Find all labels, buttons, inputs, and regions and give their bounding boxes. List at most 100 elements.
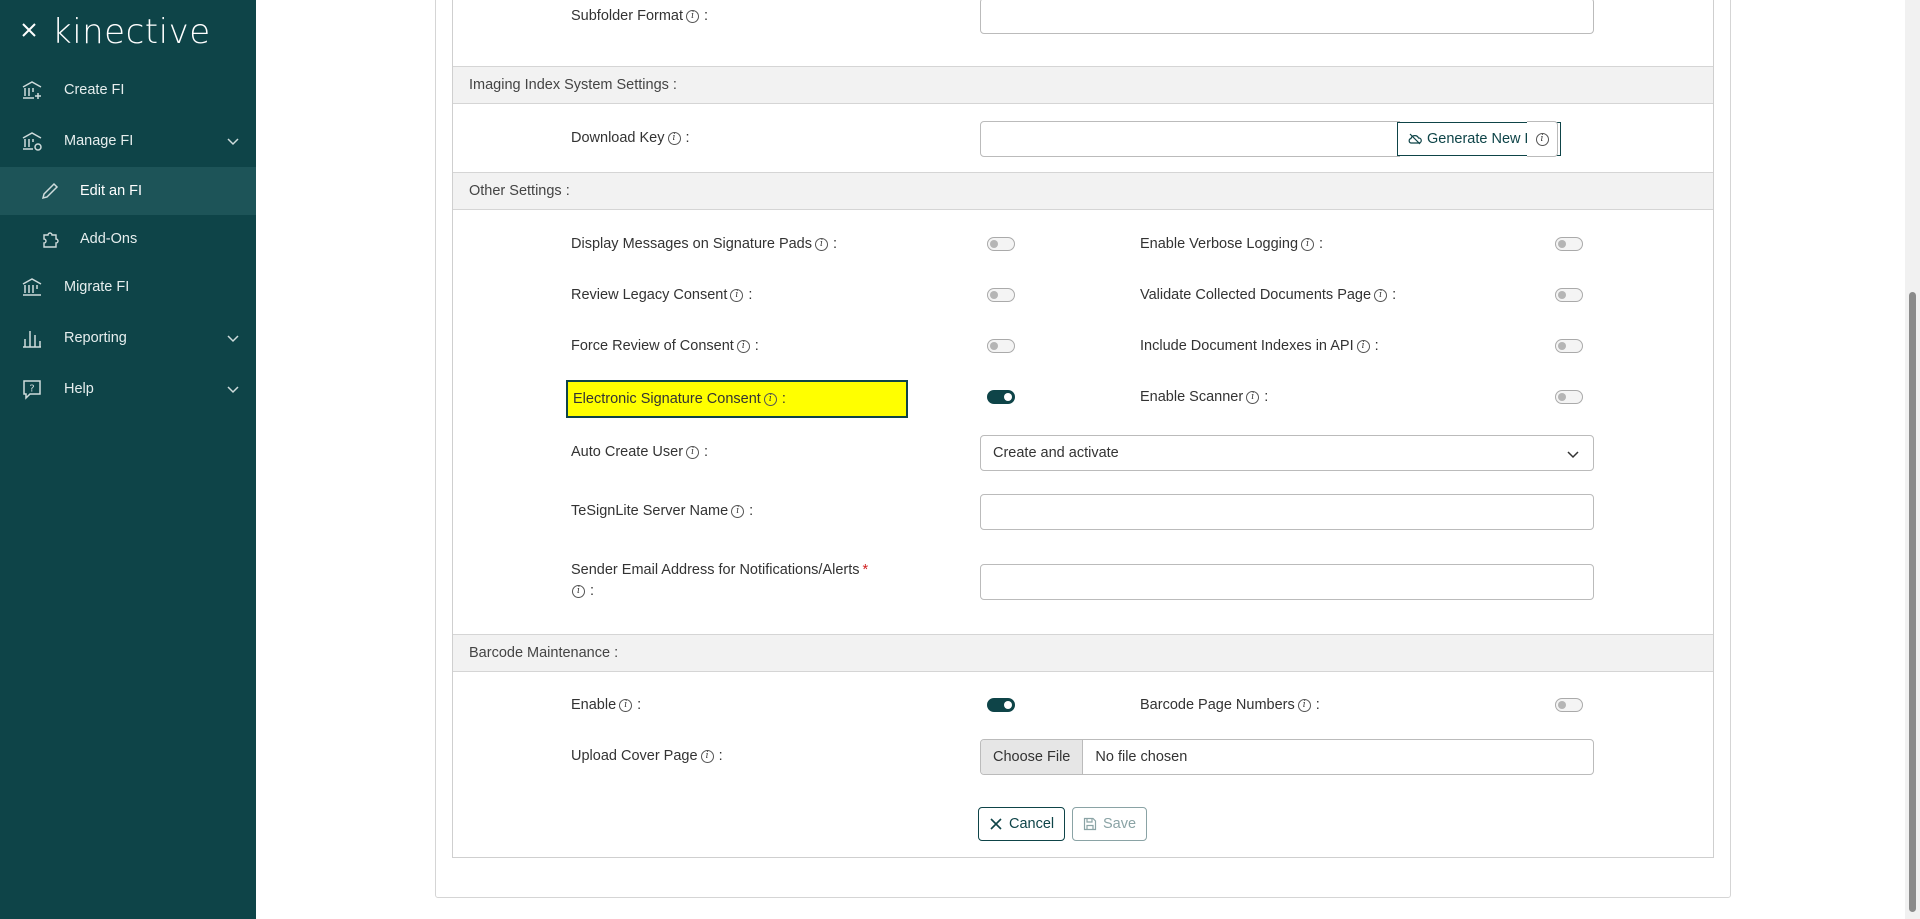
colon: : [833,236,838,252]
download-key-info-button[interactable]: i [1527,121,1558,157]
label-text: Validate Collected Documents Page [1140,287,1372,303]
colon: : [748,287,753,303]
subfolder-format-input[interactable] [980,0,1594,34]
enable-scanner-toggle[interactable] [1555,390,1583,404]
barcode-page-numbers-toggle[interactable] [1555,698,1583,712]
display-messages-label: Display Messages on Signature Pads i: [571,236,837,252]
info-icon[interactable]: i [763,392,777,406]
info-icon[interactable]: i [572,584,585,598]
colon: : [1392,287,1397,303]
colon: : [637,697,642,713]
include-document-indexes-toggle[interactable] [1555,339,1583,353]
sidebar-header: kinective [0,0,256,64]
info-icon[interactable]: i [667,131,681,145]
colon: : [704,8,709,24]
colon: : [1315,697,1320,713]
colon: : [1319,236,1324,252]
scrollbar-thumb[interactable] [1909,292,1916,912]
validate-collected-documents-label: Validate Collected Documents Page i: [1140,287,1396,303]
enable-scanner-label: Enable Scanner i: [1140,389,1268,405]
colon: : [749,503,754,519]
enable-verbose-logging-label: Enable Verbose Logging i: [1140,236,1323,252]
sidebar-item-migrate-fi[interactable]: Migrate FI [0,263,256,311]
sidebar-item-help[interactable]: ? Help [0,365,256,413]
colon: : [590,583,595,599]
chevron-down-icon [227,138,239,146]
colon: : [754,338,759,354]
button-label: Cancel [1009,816,1055,832]
sidebar-item-create-fi[interactable]: Create FI [0,66,256,114]
save-button[interactable]: Save [1072,807,1148,841]
close-icon[interactable] [20,21,38,39]
barcode-maintenance-section-header: Barcode Maintenance : [453,634,1713,672]
label-text: Display Messages on Signature Pads [571,236,812,252]
sidebar-item-label: Add-Ons [80,231,138,247]
info-icon: i [1535,132,1549,146]
display-messages-toggle[interactable] [987,237,1015,251]
electronic-signature-consent-label: Electronic Signature Consent i: [573,391,786,407]
auto-create-user-label: Auto Create User i: [571,444,708,460]
info-icon[interactable]: i [731,504,745,518]
info-icon[interactable]: i [815,237,828,251]
label-text: Enable Scanner [1140,389,1244,405]
label-text: Force Review of Consent [571,338,734,354]
label-text: Upload Cover Page [571,748,698,764]
button-label: Save [1103,816,1137,832]
info-icon[interactable]: i [1246,390,1260,404]
chevron-down-icon [227,335,239,343]
sidebar-item-label: Help [64,381,94,397]
upload-cover-page-field: Choose File No file chosen [980,739,1594,775]
label-text: TeSignLite Server Name [571,503,729,519]
info-icon[interactable]: i [686,9,700,23]
help-chat-icon: ? [23,380,41,400]
info-icon[interactable]: i [686,445,700,459]
sidebar-item-label: Migrate FI [64,279,130,295]
subfolder-format-label: Subfolder Format i: [571,8,708,24]
chevron-down-icon [1567,451,1579,459]
select-value: Create and activate [993,445,1119,461]
puzzle-icon [43,232,59,248]
force-review-consent-toggle[interactable] [987,339,1015,353]
sidebar-item-edit-an-fi[interactable]: Edit an FI [0,167,256,215]
sidebar-item-add-ons[interactable]: Add-Ons [0,215,256,263]
info-icon[interactable]: i [1374,288,1388,302]
info-icon[interactable]: i [736,339,750,353]
vertical-scrollbar[interactable] [1905,0,1920,919]
sidebar-item-label: Edit an FI [80,183,143,199]
info-icon[interactable]: i [1356,339,1370,353]
download-key-input[interactable] [980,121,1400,157]
sidebar-item-manage-fi[interactable]: Manage FI [0,117,256,165]
info-icon[interactable]: i [619,698,633,712]
barcode-enable-toggle[interactable] [987,698,1015,712]
include-document-indexes-label: Include Document Indexes in API i: [1140,338,1379,354]
tesignlite-server-label: TeSignLite Server Name i: [571,503,753,519]
label-text: Enable [571,697,617,713]
auto-create-user-select[interactable]: Create and activate [980,435,1594,471]
info-icon[interactable]: i [1301,237,1315,251]
force-review-consent-label: Force Review of Consent i: [571,338,759,354]
bank-add-icon [22,81,42,99]
sender-email-input[interactable] [980,564,1594,600]
close-icon [990,818,1002,830]
tesignlite-server-input[interactable] [980,494,1594,530]
chevron-down-icon [227,386,239,394]
sidebar-item-label: Reporting [64,330,127,346]
colon: : [718,748,723,764]
info-icon[interactable]: i [730,288,744,302]
validate-collected-documents-toggle[interactable] [1555,288,1583,302]
choose-file-button[interactable]: Choose File [981,740,1084,774]
cancel-button[interactable]: Cancel [978,807,1066,841]
barcode-page-numbers-label: Barcode Page Numbers i: [1140,697,1320,713]
bank-gear-icon [22,132,42,151]
info-icon[interactable]: i [700,749,714,763]
bank-migrate-icon [22,278,42,296]
enable-verbose-logging-toggle[interactable] [1555,237,1583,251]
review-legacy-consent-label: Review Legacy Consent i: [571,287,752,303]
electronic-signature-consent-toggle[interactable] [987,390,1015,404]
sidebar-item-reporting[interactable]: Reporting [0,314,256,362]
info-icon[interactable]: i [1297,698,1311,712]
label-text: Electronic Signature Consent [573,391,761,407]
sidebar-item-label: Create FI [64,82,125,98]
review-legacy-consent-toggle[interactable] [987,288,1015,302]
label-text: Include Document Indexes in API [1140,338,1354,354]
